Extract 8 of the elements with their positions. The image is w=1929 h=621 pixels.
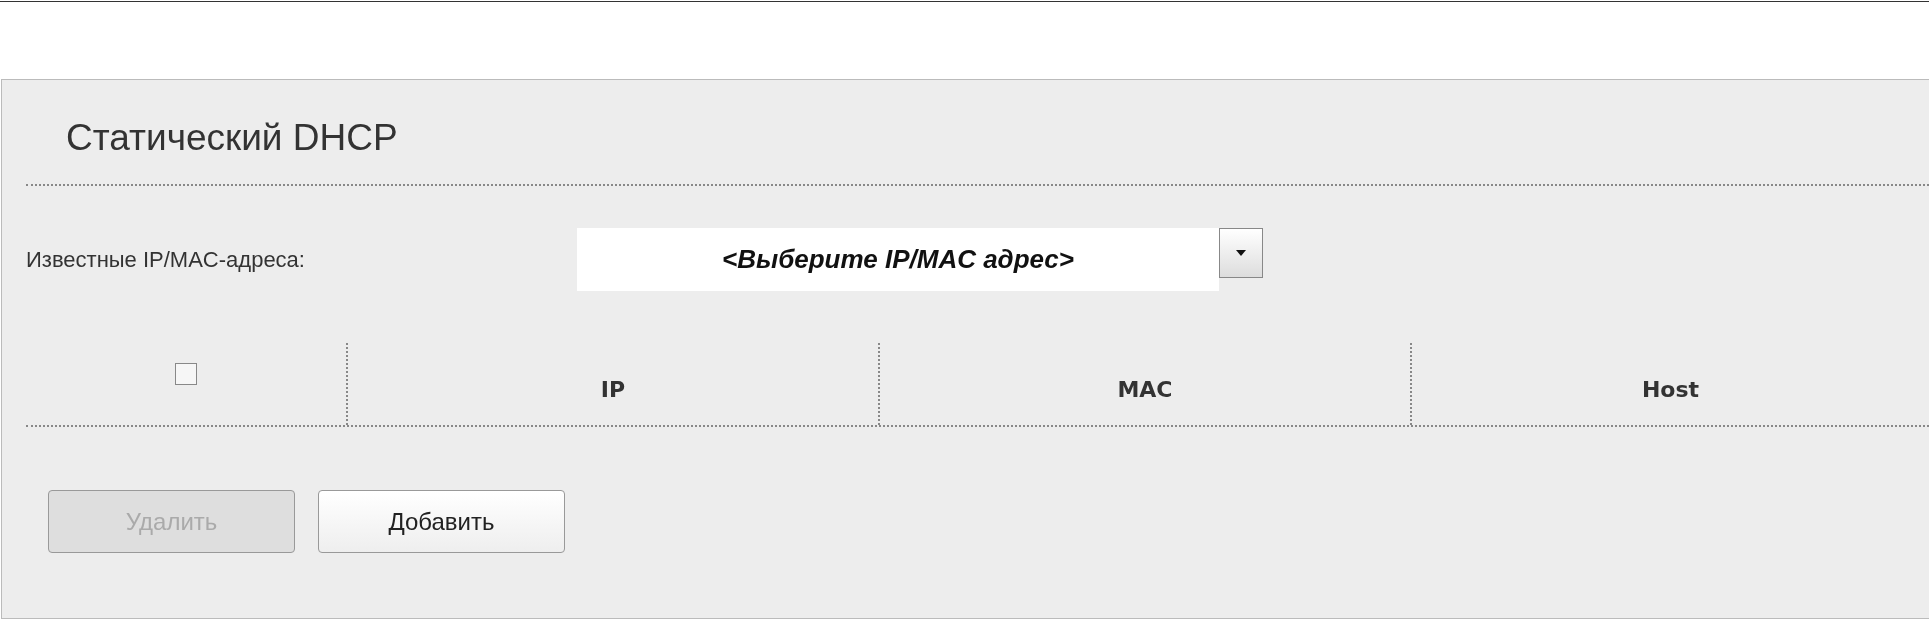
column-header: Host	[1641, 375, 1700, 402]
page-title: Статический DHCP	[65, 116, 399, 160]
field-label: Известные IP/MAC-адреса:	[26, 246, 306, 273]
caret-icon	[1236, 250, 1246, 256]
add-button[interactable]: Добавить	[318, 490, 565, 553]
column-header: IP	[600, 375, 626, 402]
select-all-checkbox[interactable]	[175, 363, 197, 385]
column-header: MAC	[1117, 375, 1173, 402]
